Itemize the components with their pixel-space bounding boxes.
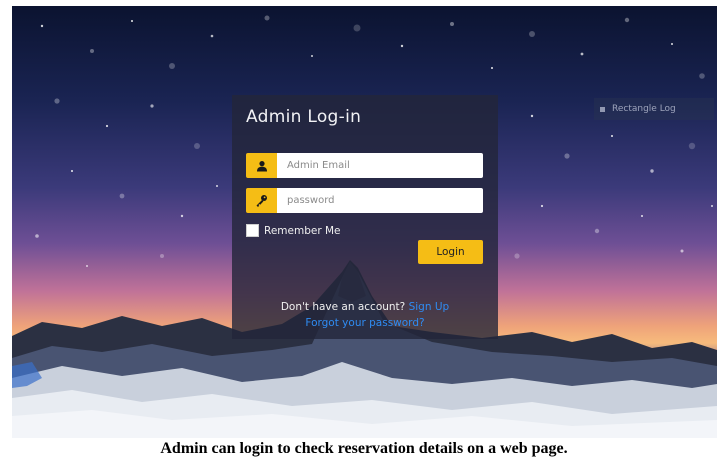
login-title: Admin Log-in — [246, 107, 362, 127]
email-input[interactable] — [277, 153, 483, 178]
no-account-text: Don't have an account? — [280, 301, 406, 313]
remember-me[interactable]: Remember Me — [246, 224, 341, 237]
remember-me-label: Remember Me — [264, 224, 341, 237]
key-icon — [246, 188, 277, 213]
figure: Rectangle Log Admin Log-in Admin Email R… — [0, 0, 728, 467]
login-screen: Rectangle Log Admin Log-in Admin Email R… — [12, 6, 717, 438]
forgot-password-line: Forgot your password? — [232, 317, 498, 329]
figure-caption: Admin can login to check reservation det… — [160, 440, 568, 457]
password-field — [246, 188, 483, 213]
login-panel: Admin Log-in Admin Email Remember Me Log… — [232, 95, 498, 339]
signup-link[interactable]: Sign Up — [409, 301, 450, 313]
forgot-password-link[interactable]: Forgot your password? — [305, 317, 424, 329]
password-input[interactable] — [277, 188, 483, 213]
user-icon — [246, 153, 277, 178]
badge-icon — [600, 107, 605, 112]
login-button[interactable]: Login — [418, 240, 483, 264]
signup-prompt: Don't have an account? Sign Up — [232, 301, 498, 313]
remember-me-checkbox[interactable] — [246, 224, 259, 237]
background-badge: Rectangle Log — [594, 98, 714, 120]
email-field — [246, 153, 483, 178]
background-badge-label: Rectangle Log — [612, 104, 676, 114]
